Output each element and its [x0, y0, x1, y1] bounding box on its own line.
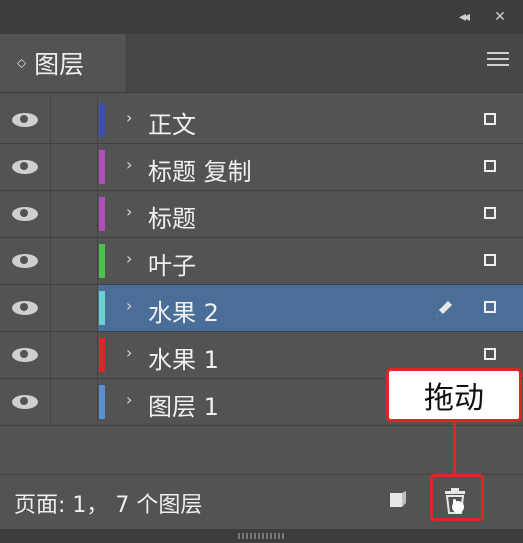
eye-icon [12, 301, 38, 315]
layers-panel: ◂◂ ✕ ⬦ 图层 › 正文 › 标题 复制 › 标题 › 叶子 › 水果 2 … [0, 0, 523, 543]
eye-icon [12, 113, 38, 127]
tab-layers-label: 图层 [34, 50, 85, 79]
layer-name: 正文 [148, 111, 196, 139]
layer-row[interactable]: › 正文 [0, 97, 523, 144]
annotation-connector [453, 421, 456, 477]
visibility-toggle[interactable] [0, 191, 51, 237]
select-layer-box[interactable] [484, 113, 496, 125]
chevron-right-icon[interactable]: › [126, 202, 132, 221]
lock-toggle[interactable] [51, 238, 98, 284]
visibility-toggle[interactable] [0, 285, 51, 331]
layer-name: 叶子 [148, 252, 196, 280]
eye-icon [12, 207, 38, 221]
lock-toggle[interactable] [51, 332, 98, 378]
eye-icon [12, 348, 38, 362]
layer-name: 水果 2 [148, 299, 219, 327]
layer-color-swatch [99, 150, 105, 184]
chevron-right-icon[interactable]: › [126, 155, 132, 174]
layer-color-swatch [99, 338, 105, 372]
panel-tab-strip: ⬦ 图层 [0, 34, 523, 93]
lock-toggle[interactable] [51, 379, 98, 425]
new-layer-icon[interactable] [388, 489, 408, 509]
panel-menu-icon[interactable] [487, 52, 509, 72]
eye-icon [12, 395, 38, 409]
lock-toggle[interactable] [51, 97, 98, 143]
layer-color-swatch [99, 244, 105, 278]
select-layer-box[interactable] [484, 254, 496, 266]
lock-toggle[interactable] [51, 191, 98, 237]
visibility-toggle[interactable] [0, 238, 51, 284]
layer-list-empty-area [0, 428, 523, 474]
layer-row[interactable]: › 标题 [0, 191, 523, 238]
annotation-highlight-box [430, 474, 484, 521]
chevron-right-icon[interactable]: › [126, 296, 132, 315]
layer-name: 水果 1 [148, 346, 219, 374]
eye-icon [12, 160, 38, 174]
chevron-right-icon[interactable]: › [126, 108, 132, 127]
layer-name: 标题 复制 [148, 158, 252, 186]
resize-handle[interactable] [0, 529, 523, 543]
layer-color-swatch [99, 197, 105, 231]
close-icon[interactable]: ✕ [489, 7, 511, 27]
grip-dots [238, 533, 284, 539]
eye-icon [12, 254, 38, 268]
select-layer-box[interactable] [484, 160, 496, 172]
visibility-toggle[interactable] [0, 97, 51, 143]
layer-row[interactable]: › 标题 复制 [0, 144, 523, 191]
layer-color-swatch [99, 291, 105, 325]
collapse-icon[interactable]: ◂◂ [452, 7, 474, 27]
select-layer-box[interactable] [484, 301, 496, 313]
layer-name: 标题 [148, 205, 196, 233]
layer-name: 图层 1 [148, 393, 219, 421]
chevron-right-icon[interactable]: › [126, 343, 132, 362]
tab-layers[interactable]: ⬦ 图层 [0, 34, 127, 92]
visibility-toggle[interactable] [0, 332, 51, 378]
expand-arrows-icon: ⬦ [17, 55, 27, 71]
annotation-callout: 拖动 [386, 368, 522, 422]
visibility-toggle[interactable] [0, 379, 51, 425]
layer-row-selected[interactable]: › 水果 2 [0, 285, 523, 332]
chevron-right-icon[interactable]: › [126, 390, 132, 409]
panel-titlebar: ◂◂ ✕ [0, 0, 523, 34]
layer-color-swatch [99, 103, 105, 137]
lock-toggle[interactable] [51, 144, 98, 190]
status-text: 页面: 1， 7 个图层 [14, 493, 203, 518]
visibility-toggle[interactable] [0, 144, 51, 190]
select-layer-box[interactable] [484, 207, 496, 219]
layer-color-swatch [99, 385, 105, 419]
select-layer-box[interactable] [484, 348, 496, 360]
pen-icon [436, 301, 452, 317]
layer-row[interactable]: › 叶子 [0, 238, 523, 285]
chevron-right-icon[interactable]: › [126, 249, 132, 268]
lock-toggle[interactable] [51, 285, 98, 331]
